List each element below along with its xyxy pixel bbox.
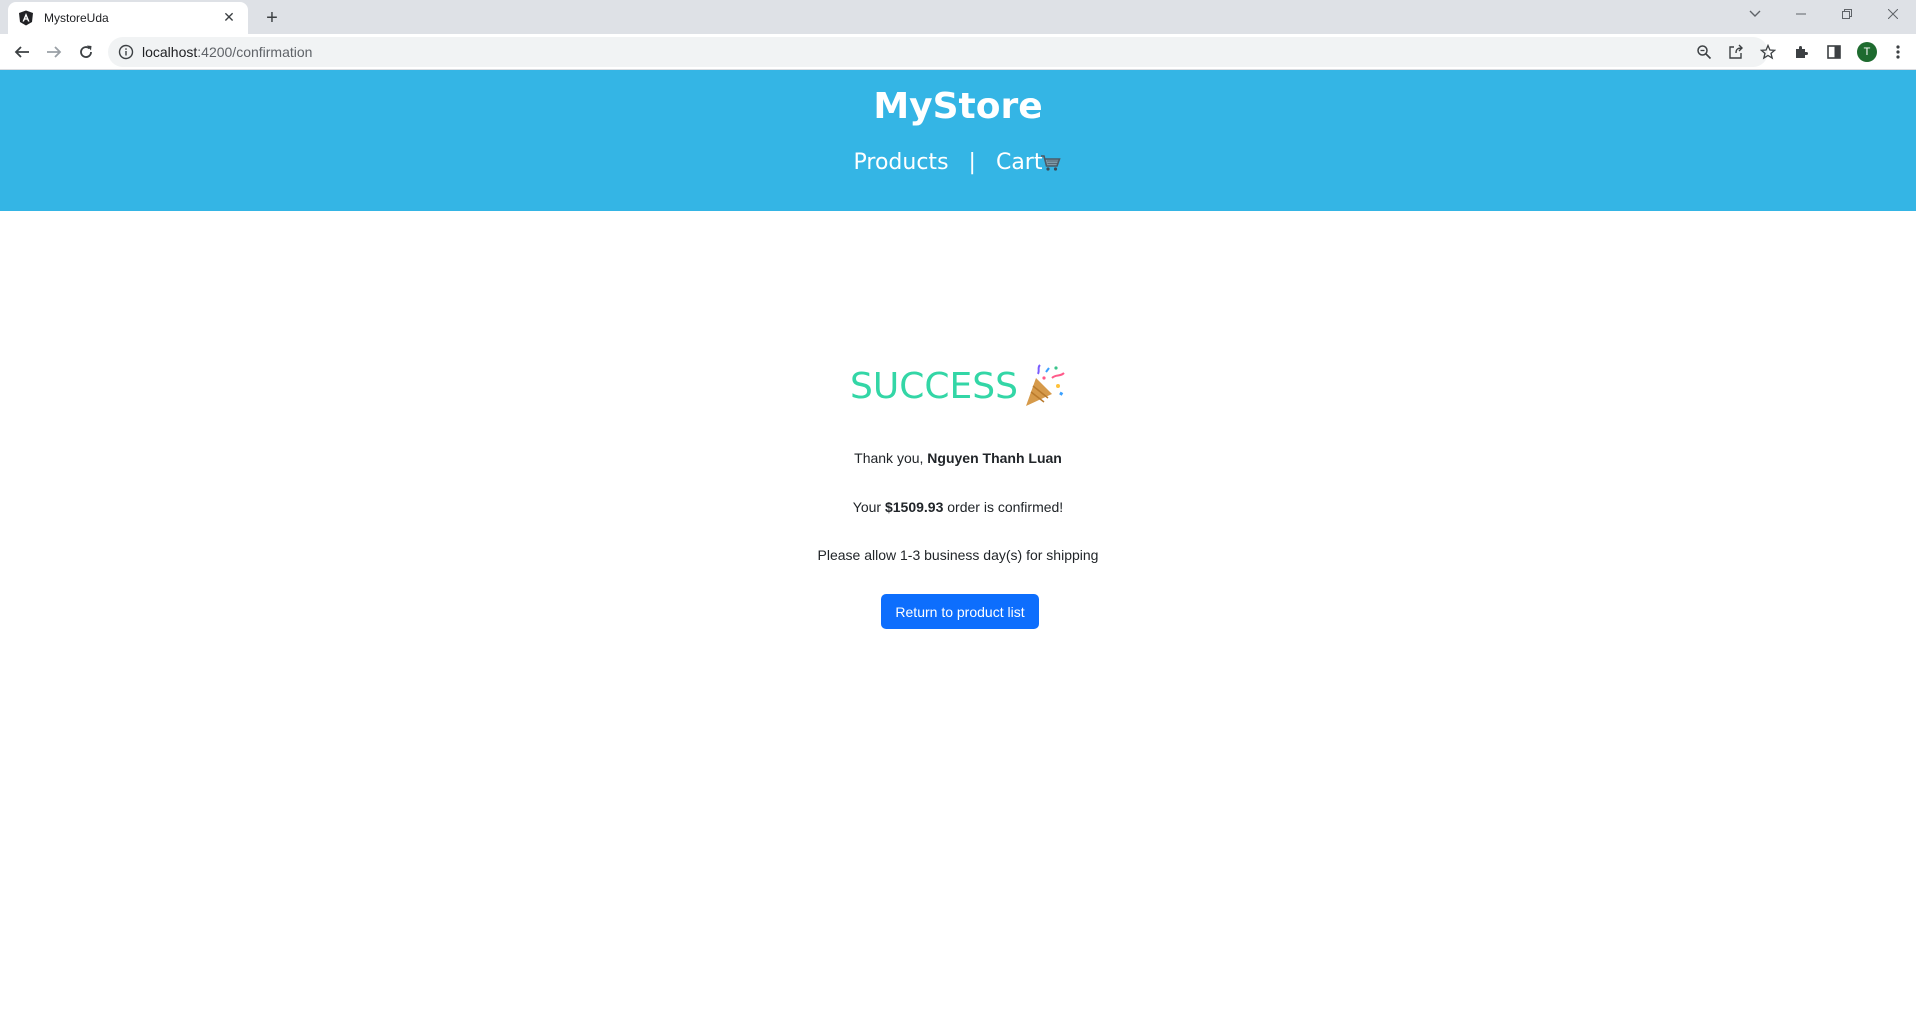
- chevron-down-icon[interactable]: [1732, 0, 1778, 28]
- order-prefix: Your: [852, 499, 885, 515]
- nav-separator: |: [968, 150, 976, 175]
- url-text[interactable]: localhost:4200/confirmation: [142, 44, 312, 60]
- cart-icon: [1041, 155, 1062, 171]
- plus-icon[interactable]: +: [260, 6, 284, 30]
- address-bar[interactable]: localhost:4200/confirmation: [108, 37, 1776, 67]
- return-to-product-list-button[interactable]: Return to product list: [881, 594, 1039, 629]
- thank-you-line: Thank you, Nguyen Thanh Luan: [0, 450, 1916, 466]
- nav-products-link[interactable]: Products: [854, 150, 949, 175]
- success-heading: SUCCESS: [850, 365, 1018, 407]
- nav-cart-label: Cart: [995, 150, 1043, 175]
- thank-you-prefix: Thank you,: [854, 450, 928, 466]
- order-total: $1509.93: [884, 499, 944, 515]
- window-close-icon[interactable]: [1870, 0, 1916, 28]
- close-icon[interactable]: ✕: [220, 9, 238, 27]
- site-title: MyStore: [873, 86, 1043, 127]
- url-path: :4200/confirmation: [197, 44, 313, 60]
- minimize-icon[interactable]: [1778, 0, 1824, 28]
- customer-name: Nguyen Thanh Luan: [927, 450, 1062, 466]
- zoom-icon[interactable]: [1694, 42, 1714, 62]
- site-nav: Products | Cart: [0, 150, 1916, 175]
- browser-tab[interactable]: MystoreUda ✕: [8, 2, 248, 34]
- tab-title: MystoreUda: [44, 11, 109, 25]
- order-confirmed-line: Your $1509.93 order is confirmed!: [0, 499, 1916, 515]
- confirmation-panel: SUCCESS Thank you, Nguyen Thanh Luan You…: [0, 362, 1916, 629]
- menu-kebab-icon[interactable]: [1888, 42, 1908, 62]
- site-header: MyStore Products | Cart: [0, 70, 1916, 211]
- extensions-icon[interactable]: [1791, 42, 1811, 62]
- window-controls: [1732, 0, 1916, 28]
- restore-icon[interactable]: [1824, 0, 1870, 28]
- browser-toolbar: localhost:4200/confirmation T: [0, 34, 1916, 70]
- nav-cart-link[interactable]: Cart: [996, 150, 1063, 175]
- profile-avatar[interactable]: T: [1857, 42, 1877, 62]
- star-icon[interactable]: [1758, 42, 1778, 62]
- shipping-note: Please allow 1-3 business day(s) for shi…: [817, 547, 1099, 563]
- party-popper-icon: [1025, 364, 1065, 406]
- share-icon[interactable]: [1726, 42, 1746, 62]
- back-arrow-icon[interactable]: [9, 39, 35, 65]
- angular-favicon-icon: [19, 10, 33, 26]
- url-host: localhost: [142, 44, 198, 60]
- info-icon[interactable]: [118, 44, 134, 60]
- reload-icon[interactable]: [73, 39, 99, 65]
- success-heading-row: SUCCESS: [0, 362, 1916, 410]
- browser-tab-strip: MystoreUda ✕ +: [0, 0, 1916, 34]
- order-suffix: order is confirmed!: [943, 499, 1064, 515]
- forward-arrow-icon[interactable]: [41, 39, 67, 65]
- side-panel-icon[interactable]: [1824, 42, 1844, 62]
